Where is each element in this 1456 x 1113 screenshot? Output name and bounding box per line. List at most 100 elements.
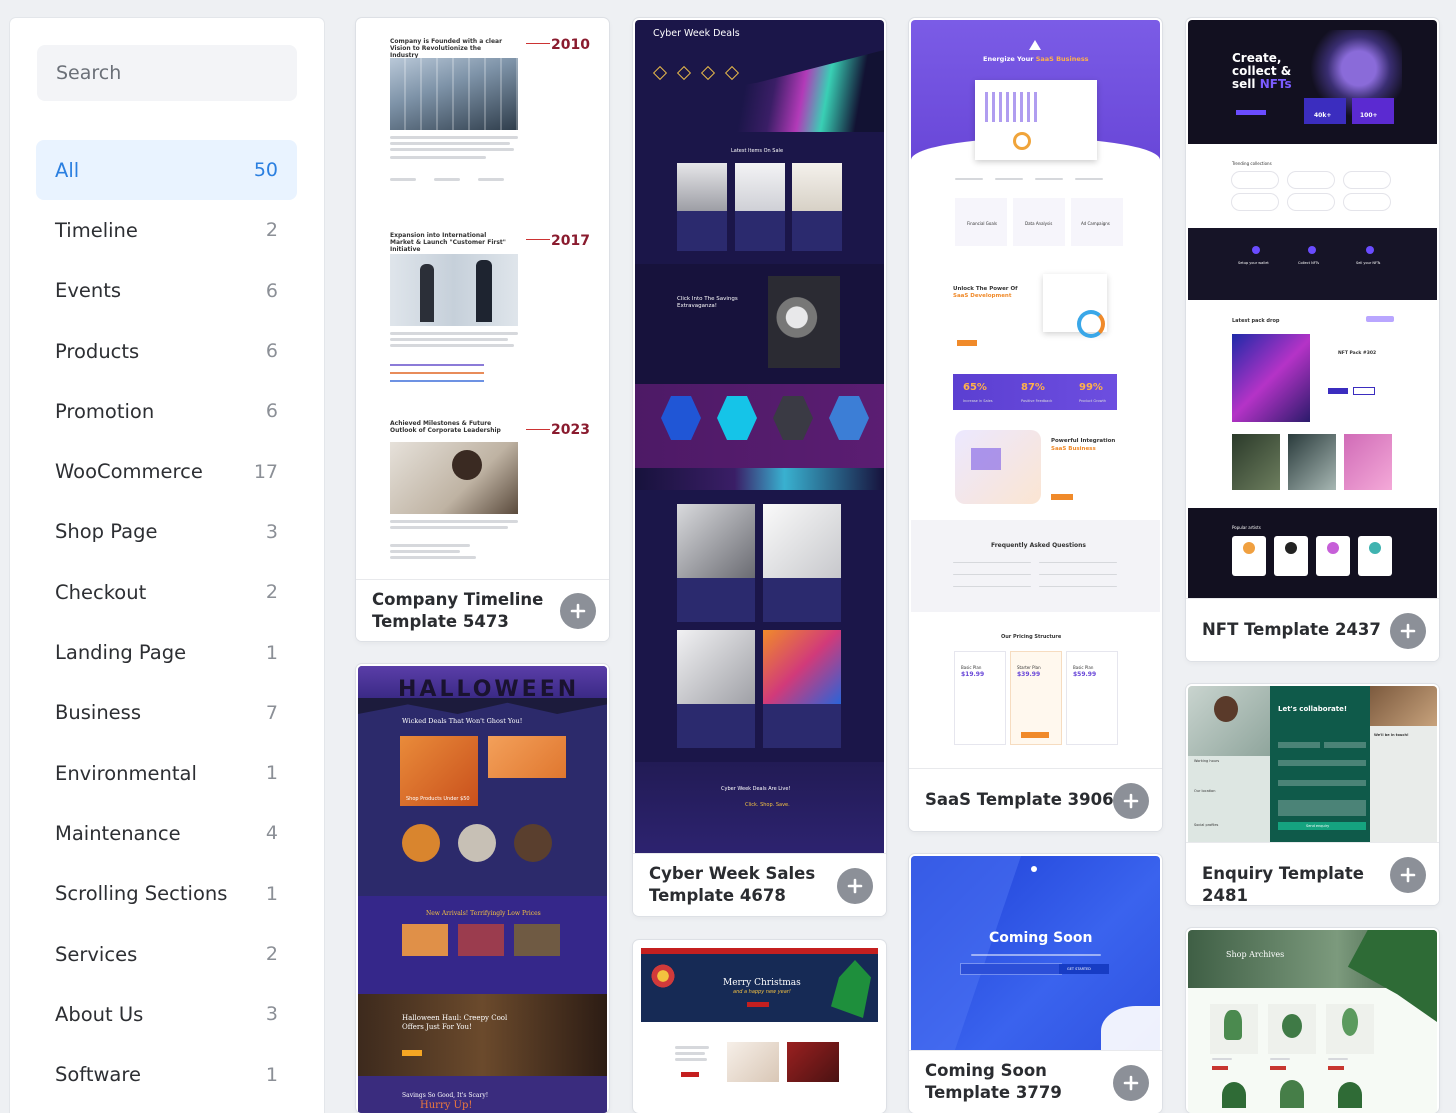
location-label: Our location — [1194, 789, 1216, 793]
integration-heading: Powerful Integration — [1051, 438, 1116, 444]
card-footer: Coming Soon Template 3779 — [909, 1050, 1162, 1113]
plus-icon — [847, 878, 863, 894]
category-item-woocommerce[interactable]: WooCommerce 17 — [36, 441, 297, 501]
template-card-nft[interactable]: Create, collect & sell NFTs 40k+ 100+ Tr… — [1186, 18, 1439, 661]
feature-label: Financial Goals — [967, 221, 997, 226]
plan-name: Basic Plan — [961, 665, 982, 670]
category-list: All 50 Timeline 2 Events 6 Products 6 Promotion 6… — [36, 140, 297, 1105]
timeline-year: 2023 — [551, 422, 590, 438]
template-card-cyber-week[interactable]: Cyber Week Deals Latest Items On Sale Cl… — [633, 18, 886, 916]
search-input[interactable] — [37, 45, 297, 101]
integration-subheading: SaaS Business — [1051, 446, 1096, 452]
category-count: 1 — [265, 882, 278, 905]
category-count: 1 — [265, 762, 278, 785]
template-preview: Company is Founded with a clear Vision t… — [358, 20, 607, 578]
plus-icon — [1123, 1075, 1139, 1091]
add-template-button[interactable] — [1113, 1065, 1149, 1101]
category-item-software[interactable]: Software 1 — [36, 1044, 297, 1104]
category-count: 6 — [265, 340, 278, 363]
meeting-image — [390, 442, 518, 514]
template-card-halloween[interactable]: HALLOWEEN Wicked Deals That Won't Ghost … — [356, 664, 609, 1113]
category-count: 50 — [253, 159, 278, 182]
nft-hero-line: sell NFTs — [1232, 77, 1292, 91]
plan-name: Basic Plan — [1073, 665, 1094, 670]
category-item-events[interactable]: Events 6 — [36, 261, 297, 321]
stat-label: Product Growth — [1079, 399, 1107, 403]
category-item-about-us[interactable]: About Us 3 — [36, 984, 297, 1044]
template-card-shop-archives[interactable]: Shop Archives — [1186, 928, 1439, 1113]
popular-artists-heading: Popular artists — [1232, 525, 1261, 530]
category-count: 6 — [265, 400, 278, 423]
template-card-coming-soon[interactable]: Coming Soon GET STARTED Coming Soon Temp… — [909, 854, 1162, 1113]
latest-heading: Latest Items On Sale — [731, 148, 784, 154]
card-footer: Enquiry Template 2481 — [1186, 842, 1439, 905]
nft-pack-artwork — [1232, 334, 1310, 422]
category-label: Services — [55, 942, 138, 966]
stat-value: 65% — [963, 382, 987, 393]
collaborate-heading: Let's collaborate! — [1278, 705, 1348, 713]
category-item-checkout[interactable]: Checkout 2 — [36, 562, 297, 622]
category-count: 1 — [265, 641, 278, 664]
card-footer: Cyber Week Sales Template 4678 — [633, 853, 886, 916]
pricing-heading: Our Pricing Structure — [1001, 634, 1062, 640]
template-title: NFT Template 2437 — [1202, 620, 1381, 639]
unlock-subheading: SaaS Development — [953, 293, 1012, 299]
category-item-landing-page[interactable]: Landing Page 1 — [36, 622, 297, 682]
add-template-button[interactable] — [560, 593, 596, 629]
step-label: Sell your NFTs — [1356, 261, 1381, 265]
template-card-company-timeline[interactable]: Company is Founded with a clear Vision t… — [356, 18, 609, 641]
plan-name: Starter Plan — [1017, 665, 1041, 670]
category-count: 6 — [265, 279, 278, 302]
stat-label: Positive Feedback — [1021, 399, 1053, 403]
cyber-heading: Cyber Week Deals — [653, 28, 740, 39]
stat-value: 87% — [1021, 382, 1045, 393]
category-item-business[interactable]: Business 7 — [36, 683, 297, 743]
template-preview: Cyber Week Deals Latest Items On Sale Cl… — [635, 20, 884, 855]
add-template-button[interactable] — [837, 868, 873, 904]
category-item-products[interactable]: Products 6 — [36, 321, 297, 381]
category-label: Events — [55, 279, 122, 303]
category-label: Business — [55, 701, 141, 725]
christmas-heading: Merry Christmas — [723, 978, 801, 988]
haul-subheading: Offers Just For You! — [402, 1023, 472, 1031]
timeline-year: 2017 — [551, 233, 590, 249]
category-item-shop-page[interactable]: Shop Page 3 — [36, 502, 297, 562]
category-item-scrolling-sections[interactable]: Scrolling Sections 1 — [36, 864, 297, 924]
category-count: 2 — [265, 943, 278, 965]
category-item-timeline[interactable]: Timeline 2 — [36, 200, 297, 260]
timeline-item-text: Expansion into International Market & La… — [390, 232, 506, 253]
add-template-button[interactable] — [1113, 783, 1149, 819]
category-count: 17 — [253, 460, 278, 483]
add-template-button[interactable] — [1390, 857, 1426, 893]
template-preview: Merry Christmas and a happy new year! — [635, 942, 884, 1113]
template-title: Company Timeline Template 5473 — [372, 590, 544, 631]
category-item-all[interactable]: All 50 — [36, 140, 297, 201]
category-item-maintenance[interactable]: Maintenance 4 — [36, 803, 297, 863]
gaming-mouse-image — [653, 50, 884, 132]
category-count: 4 — [265, 822, 278, 845]
category-sidebar: All 50 Timeline 2 Events 6 Products 6 Promotion 6… — [10, 18, 324, 1113]
template-card-enquiry[interactable]: Working hours Our location Social profil… — [1186, 684, 1439, 905]
template-preview: Working hours Our location Social profil… — [1188, 686, 1437, 842]
timeline-item-text: Company is Founded with a clear Vision t… — [390, 38, 503, 59]
template-card-saas[interactable]: Energize Your SaaS Business Financial Go… — [909, 18, 1162, 831]
card-footer: Company Timeline Template 5473 — [356, 579, 609, 641]
saas-hero-heading: Energize Your SaaS Business — [983, 55, 1089, 63]
social-label: Social profiles — [1194, 823, 1219, 827]
deals-live-heading: Cyber Week Deals Are Live! — [721, 786, 791, 792]
category-item-environmental[interactable]: Environmental 1 — [36, 743, 297, 803]
plus-icon — [1400, 867, 1416, 883]
template-title: SaaS Template 3906 — [925, 790, 1114, 809]
category-item-promotion[interactable]: Promotion 6 — [36, 381, 297, 441]
category-item-services[interactable]: Services 2 — [36, 924, 297, 984]
add-template-button[interactable] — [1390, 613, 1426, 649]
plus-icon — [1123, 793, 1139, 809]
category-label: Maintenance — [55, 821, 181, 845]
category-label: Software — [55, 1063, 141, 1087]
template-card-christmas[interactable]: Merry Christmas and a happy new year! — [633, 940, 886, 1113]
category-label: Shop Page — [55, 520, 158, 544]
category-count: 2 — [265, 219, 278, 242]
timeline-item-text: Achieved Milestones & Future Outlook of … — [390, 420, 501, 434]
plus-icon — [1400, 623, 1416, 639]
category-label: Landing Page — [55, 641, 187, 665]
